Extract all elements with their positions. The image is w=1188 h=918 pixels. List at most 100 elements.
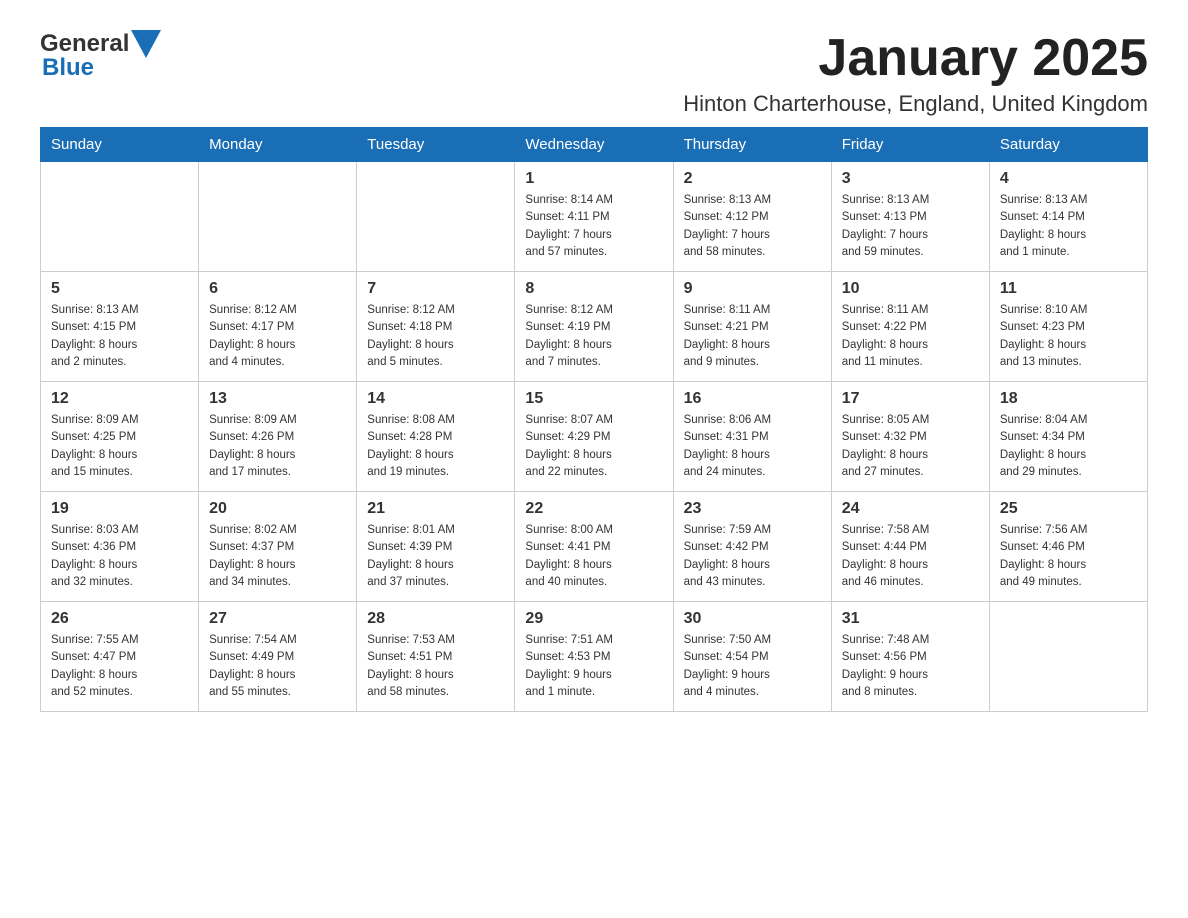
day-number: 13 — [209, 390, 346, 408]
calendar-cell: 20Sunrise: 8:02 AM Sunset: 4:37 PM Dayli… — [199, 492, 357, 602]
weekday-header-sunday: Sunday — [41, 128, 199, 162]
calendar-cell: 9 Sunrise: 8:11 AM Sunset: 4:21 PM Daylig… — [673, 272, 831, 382]
day-info: Sunrise: 8:12 AM Sunset: 4:19 PM Dayligh… — [525, 302, 662, 371]
weekday-header-saturday: Saturday — [989, 128, 1147, 162]
calendar-cell: 16 Sunrise: 8:06 AM Sunset: 4:31 PM Dayli… — [673, 382, 831, 492]
day-info: Sunrise: 8:11 AM Sunset: 4:21 PM Dayligh… — [684, 302, 821, 371]
day-info: Sunrise: 8:13 AM Sunset: 4:15 PM Dayligh… — [51, 302, 188, 371]
calendar-cell: 25Sunrise: 7:56 AM Sunset: 4:46 PM Dayli… — [989, 492, 1147, 602]
weekday-header-wednesday: Wednesday — [515, 128, 673, 162]
day-info: Sunrise: 7:54 AM Sunset: 4:49 PM Dayligh… — [209, 632, 346, 701]
calendar-cell: 2Sunrise: 8:13 AM Sunset: 4:12 PM Daylig… — [673, 162, 831, 272]
calendar-cell: 10 Sunrise: 8:11 AM Sunset: 4:22 PM Dayli… — [831, 272, 989, 382]
day-number: 6 — [209, 280, 346, 298]
calendar-cell: 19Sunrise: 8:03 AM Sunset: 4:36 PM Dayli… — [41, 492, 199, 602]
calendar-cell: 29 Sunrise: 7:51 AM Sunset: 4:53 PM Dayli… — [515, 602, 673, 712]
calendar-cell — [989, 602, 1147, 712]
day-info: Sunrise: 8:06 AM Sunset: 4:31 PM Dayligh… — [684, 412, 821, 481]
calendar-cell: 21 Sunrise: 8:01 AM Sunset: 4:39 PM Dayli… — [357, 492, 515, 602]
day-info: Sunrise: 7:55 AM Sunset: 4:47 PM Dayligh… — [51, 632, 188, 701]
calendar-cell: 4 Sunrise: 8:13 AM Sunset: 4:14 PM Daylig… — [989, 162, 1147, 272]
calendar-cell: 15Sunrise: 8:07 AM Sunset: 4:29 PM Dayli… — [515, 382, 673, 492]
calendar-cell: 8 Sunrise: 8:12 AM Sunset: 4:19 PM Daylig… — [515, 272, 673, 382]
logo: General Blue — [40, 30, 161, 82]
logo-blue-text: Blue — [42, 54, 94, 82]
day-info: Sunrise: 8:05 AM Sunset: 4:32 PM Dayligh… — [842, 412, 979, 481]
day-number: 2 — [684, 170, 821, 188]
day-number: 12 — [51, 390, 188, 408]
day-info: Sunrise: 7:51 AM Sunset: 4:53 PM Dayligh… — [525, 632, 662, 701]
day-info: Sunrise: 8:04 AM Sunset: 4:34 PM Dayligh… — [1000, 412, 1137, 481]
day-number: 4 — [1000, 170, 1137, 188]
calendar-header-row: SundayMondayTuesdayWednesdayThursdayFrid… — [41, 128, 1148, 162]
calendar-cell — [199, 162, 357, 272]
day-number: 14 — [367, 390, 504, 408]
day-number: 31 — [842, 610, 979, 628]
weekday-header-friday: Friday — [831, 128, 989, 162]
calendar-cell: 31Sunrise: 7:48 AM Sunset: 4:56 PM Dayli… — [831, 602, 989, 712]
calendar-cell: 13 Sunrise: 8:09 AM Sunset: 4:26 PM Dayli… — [199, 382, 357, 492]
day-info: Sunrise: 8:10 AM Sunset: 4:23 PM Dayligh… — [1000, 302, 1137, 371]
calendar-week-row: 1 Sunrise: 8:14 AM Sunset: 4:11 PM Daylig… — [41, 162, 1148, 272]
calendar-cell: 7Sunrise: 8:12 AM Sunset: 4:18 PM Daylig… — [357, 272, 515, 382]
calendar-week-row: 19Sunrise: 8:03 AM Sunset: 4:36 PM Dayli… — [41, 492, 1148, 602]
day-info: Sunrise: 8:08 AM Sunset: 4:28 PM Dayligh… — [367, 412, 504, 481]
day-number: 9 — [684, 280, 821, 298]
calendar-cell: 11Sunrise: 8:10 AM Sunset: 4:23 PM Dayli… — [989, 272, 1147, 382]
day-number: 26 — [51, 610, 188, 628]
logo-triangle-icon — [131, 30, 161, 58]
day-number: 18 — [1000, 390, 1137, 408]
calendar-cell: 26 Sunrise: 7:55 AM Sunset: 4:47 PM Dayli… — [41, 602, 199, 712]
calendar-cell: 22Sunrise: 8:00 AM Sunset: 4:41 PM Dayli… — [515, 492, 673, 602]
calendar-cell — [41, 162, 199, 272]
calendar-table: SundayMondayTuesdayWednesdayThursdayFrid… — [40, 127, 1148, 712]
calendar-cell: 27 Sunrise: 7:54 AM Sunset: 4:49 PM Dayli… — [199, 602, 357, 712]
day-info: Sunrise: 8:12 AM Sunset: 4:17 PM Dayligh… — [209, 302, 346, 371]
calendar-cell — [357, 162, 515, 272]
day-number: 22 — [525, 500, 662, 518]
day-number: 29 — [525, 610, 662, 628]
calendar-cell: 24Sunrise: 7:58 AM Sunset: 4:44 PM Dayli… — [831, 492, 989, 602]
calendar-week-row: 26 Sunrise: 7:55 AM Sunset: 4:47 PM Dayli… — [41, 602, 1148, 712]
day-number: 8 — [525, 280, 662, 298]
day-info: Sunrise: 7:59 AM Sunset: 4:42 PM Dayligh… — [684, 522, 821, 591]
day-number: 19 — [51, 500, 188, 518]
weekday-header-monday: Monday — [199, 128, 357, 162]
day-info: Sunrise: 8:11 AM Sunset: 4:22 PM Dayligh… — [842, 302, 979, 371]
title-area: January 2025 Hinton Charterhouse, Englan… — [683, 30, 1148, 117]
day-number: 16 — [684, 390, 821, 408]
day-info: Sunrise: 8:09 AM Sunset: 4:26 PM Dayligh… — [209, 412, 346, 481]
day-number: 17 — [842, 390, 979, 408]
location-subtitle: Hinton Charterhouse, England, United Kin… — [683, 91, 1148, 117]
day-number: 5 — [51, 280, 188, 298]
day-number: 28 — [367, 610, 504, 628]
day-number: 3 — [842, 170, 979, 188]
day-info: Sunrise: 7:53 AM Sunset: 4:51 PM Dayligh… — [367, 632, 504, 701]
day-number: 10 — [842, 280, 979, 298]
day-number: 27 — [209, 610, 346, 628]
calendar-cell: 23 Sunrise: 7:59 AM Sunset: 4:42 PM Dayli… — [673, 492, 831, 602]
calendar-cell: 3 Sunrise: 8:13 AM Sunset: 4:13 PM Daylig… — [831, 162, 989, 272]
day-info: Sunrise: 8:01 AM Sunset: 4:39 PM Dayligh… — [367, 522, 504, 591]
day-number: 23 — [684, 500, 821, 518]
calendar-cell: 5 Sunrise: 8:13 AM Sunset: 4:15 PM Daylig… — [41, 272, 199, 382]
page-header: General Blue January 2025 Hinton Charter… — [40, 30, 1148, 117]
day-info: Sunrise: 7:58 AM Sunset: 4:44 PM Dayligh… — [842, 522, 979, 591]
calendar-cell: 18 Sunrise: 8:04 AM Sunset: 4:34 PM Dayli… — [989, 382, 1147, 492]
day-number: 20 — [209, 500, 346, 518]
day-info: Sunrise: 8:12 AM Sunset: 4:18 PM Dayligh… — [367, 302, 504, 371]
day-number: 30 — [684, 610, 821, 628]
day-number: 21 — [367, 500, 504, 518]
month-title: January 2025 — [683, 30, 1148, 87]
weekday-header-thursday: Thursday — [673, 128, 831, 162]
day-info: Sunrise: 8:13 AM Sunset: 4:14 PM Dayligh… — [1000, 192, 1137, 261]
day-number: 1 — [525, 170, 662, 188]
calendar-cell: 6 Sunrise: 8:12 AM Sunset: 4:17 PM Daylig… — [199, 272, 357, 382]
calendar-week-row: 5 Sunrise: 8:13 AM Sunset: 4:15 PM Daylig… — [41, 272, 1148, 382]
calendar-cell: 12Sunrise: 8:09 AM Sunset: 4:25 PM Dayli… — [41, 382, 199, 492]
day-info: Sunrise: 8:13 AM Sunset: 4:13 PM Dayligh… — [842, 192, 979, 261]
calendar-cell: 30 Sunrise: 7:50 AM Sunset: 4:54 PM Dayli… — [673, 602, 831, 712]
day-info: Sunrise: 8:14 AM Sunset: 4:11 PM Dayligh… — [525, 192, 662, 261]
calendar-cell: 14 Sunrise: 8:08 AM Sunset: 4:28 PM Dayli… — [357, 382, 515, 492]
day-info: Sunrise: 7:50 AM Sunset: 4:54 PM Dayligh… — [684, 632, 821, 701]
